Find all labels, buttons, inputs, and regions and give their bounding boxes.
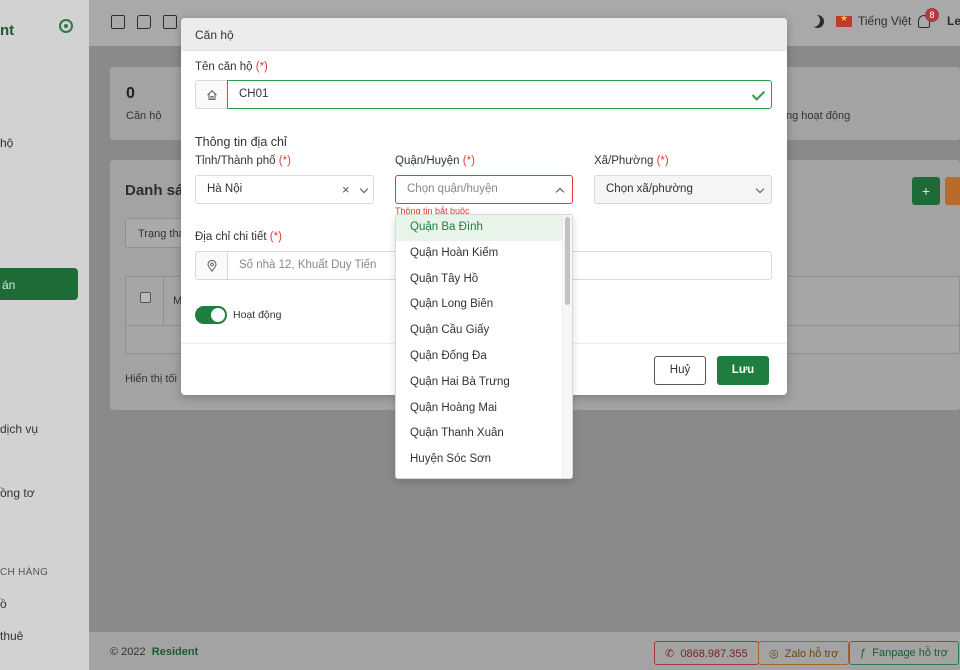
- chat-icon[interactable]: [137, 15, 151, 29]
- ward-select[interactable]: Chọn xã/phường: [594, 175, 772, 204]
- sidebar-item-rentals[interactable]: thuê: [0, 629, 23, 643]
- dropdown-option[interactable]: Huyện Sóc Sơn: [396, 447, 563, 473]
- province-select[interactable]: Hà Nội ×: [195, 175, 374, 204]
- select-all-checkbox[interactable]: [140, 292, 151, 303]
- required-mark: (*): [656, 155, 669, 167]
- dark-mode-icon[interactable]: [811, 15, 824, 28]
- chevron-up-icon: [555, 187, 565, 197]
- target-icon[interactable]: [59, 19, 73, 33]
- stat-value: 0: [126, 85, 135, 102]
- pagination-info: Hiển thị tối: [125, 373, 177, 385]
- ward-label-text: Xã/Phường: [594, 155, 654, 167]
- detail-label-text: Địa chỉ chi tiết: [195, 231, 267, 243]
- ward-label: Xã/Phường (*): [594, 155, 669, 167]
- sidebar-item-services[interactable]: dịch vụ: [0, 422, 38, 436]
- fanpage-support-button[interactable]: ƒ Fanpage hỗ trợ: [849, 641, 959, 665]
- dropdown-scroll-thumb[interactable]: [565, 217, 570, 305]
- name-label-text: Tên căn hộ: [195, 61, 253, 73]
- district-label-text: Quận/Huyện: [395, 155, 460, 167]
- modal-title: Căn hộ: [195, 28, 234, 42]
- modal-header: Căn hộ: [181, 18, 787, 51]
- grid-icon[interactable]: [111, 15, 125, 29]
- dropdown-option[interactable]: Quận Thanh Xuân: [396, 421, 563, 447]
- district-select[interactable]: Chọn quận/huyện: [395, 175, 573, 204]
- required-mark: (*): [255, 61, 268, 73]
- detail-prefix: [195, 251, 227, 280]
- fanpage-label: Fanpage hỗ trợ: [872, 647, 948, 659]
- sidebar: nt hộ án dịch vụ ồng tơ CH HÀNG ồ thuê: [0, 0, 89, 670]
- district-dropdown: Quận Ba Đình Quận Hoàn Kiếm Quận Tây Hồ …: [395, 214, 573, 479]
- phone-icon: ✆: [665, 648, 675, 660]
- column-divider: [163, 277, 164, 325]
- clear-icon[interactable]: ×: [342, 182, 350, 197]
- valid-check-icon: [751, 87, 766, 101]
- stat-label: Căn hộ: [126, 110, 162, 122]
- checkbox-icon[interactable]: [163, 15, 177, 29]
- active-label: Hoạt động: [233, 309, 282, 321]
- province-value: Hà Nội: [207, 183, 243, 195]
- export-button[interactable]: [945, 177, 960, 205]
- facebook-icon: ƒ: [860, 647, 867, 659]
- sidebar-item-apartments[interactable]: hộ: [0, 136, 13, 150]
- dropdown-option[interactable]: Quận Hoàn Kiếm: [396, 241, 563, 267]
- zalo-label: Zalo hỗ trợ: [784, 648, 839, 660]
- sidebar-item-residents[interactable]: ồ: [0, 597, 7, 611]
- detail-address-label: Địa chỉ chi tiết (*): [195, 231, 282, 243]
- name-prefix: [195, 80, 227, 109]
- sidebar-section-customers: CH HÀNG: [0, 567, 49, 578]
- dropdown-option[interactable]: Quận Tây Hồ: [396, 267, 563, 293]
- phone-support-button[interactable]: ✆ 0868.987.355: [654, 641, 759, 665]
- copyright-year: © 2022: [110, 646, 146, 658]
- ward-placeholder: Chọn xã/phường: [606, 183, 693, 195]
- vietnam-flag-icon[interactable]: [836, 13, 852, 27]
- dropdown-option[interactable]: Quận Ba Đình: [396, 215, 563, 241]
- home-icon: [207, 90, 217, 101]
- stat-label-active: ng hoạt động: [786, 110, 851, 122]
- add-button[interactable]: +: [912, 177, 940, 205]
- required-mark: (*): [462, 155, 475, 167]
- district-placeholder: Chọn quận/huyện: [407, 183, 498, 195]
- notification-badge: 8: [925, 8, 939, 22]
- sidebar-item-meters[interactable]: ồng tơ: [0, 486, 35, 500]
- address-section-title: Thông tin địa chỉ: [195, 135, 287, 149]
- footer: © 2022 Resident ✆ 0868.987.355 ◎ Zalo hỗ…: [89, 632, 960, 670]
- active-toggle[interactable]: [195, 306, 227, 324]
- user-name[interactable]: Le: [947, 14, 960, 28]
- name-value: CH01: [239, 88, 269, 100]
- save-button[interactable]: Lưu: [717, 356, 769, 385]
- name-label: Tên căn hộ (*): [195, 61, 268, 73]
- dropdown-option[interactable]: Quận Cầu Giấy: [396, 318, 563, 344]
- cancel-button[interactable]: Huỷ: [654, 356, 706, 385]
- dropdown-option[interactable]: Quận Long Biên: [396, 292, 563, 318]
- language-selector[interactable]: Tiếng Việt: [858, 14, 911, 28]
- required-mark: (*): [278, 155, 291, 167]
- dropdown-option[interactable]: Quận Hai Bà Trưng: [396, 370, 563, 396]
- province-label-text: Tỉnh/Thành phố: [195, 155, 276, 167]
- name-input[interactable]: CH01: [227, 80, 772, 109]
- phone-number: 0868.987.355: [680, 648, 748, 660]
- required-mark: (*): [269, 231, 282, 243]
- location-icon: [207, 260, 217, 272]
- chevron-down-icon: [755, 184, 765, 194]
- chevron-down-icon: [359, 184, 369, 194]
- dropdown-option[interactable]: Quận Hoàng Mai: [396, 396, 563, 422]
- dropdown-option[interactable]: Quận Đống Đa: [396, 344, 563, 370]
- dropdown-scrollbar[interactable]: [562, 215, 572, 478]
- footer-brand[interactable]: Resident: [152, 646, 198, 658]
- zalo-icon: ◎: [769, 648, 779, 660]
- zalo-support-button[interactable]: ◎ Zalo hỗ trợ: [758, 641, 850, 665]
- province-label: Tỉnh/Thành phố (*): [195, 155, 291, 167]
- detail-placeholder: Số nhà 12, Khuất Duy Tiến: [239, 259, 377, 271]
- sidebar-item-projects[interactable]: án: [0, 268, 78, 300]
- district-label: Quận/Huyện (*): [395, 155, 475, 167]
- copyright: © 2022 Resident: [110, 646, 198, 658]
- app-logo: nt: [0, 22, 15, 39]
